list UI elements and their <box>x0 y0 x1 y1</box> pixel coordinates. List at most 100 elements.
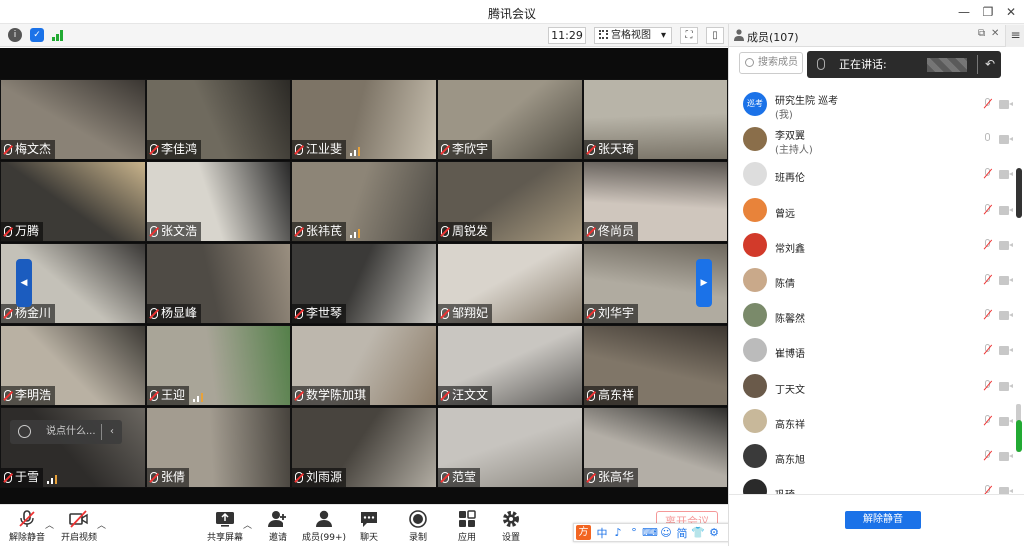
video-options-caret[interactable]: ︿ <box>97 518 106 531</box>
video-tile[interactable]: 张祎芪 <box>291 161 437 242</box>
mute-options-caret[interactable]: ︿ <box>45 518 54 531</box>
view-mode-dropdown[interactable]: 宫格视图 ▾ <box>594 27 672 44</box>
close-button[interactable]: ✕ <box>1001 3 1021 21</box>
mic-muted-icon[interactable] <box>983 98 993 110</box>
camera-icon[interactable] <box>999 311 1013 321</box>
member-row[interactable]: 班再伦 <box>729 158 1019 193</box>
chat-button[interactable]: 聊天 <box>344 507 394 545</box>
mic-muted-icon[interactable] <box>983 485 993 494</box>
video-tile[interactable]: 周锐发 <box>437 161 583 242</box>
mic-muted-icon[interactable] <box>983 203 993 216</box>
video-tile[interactable]: 李明浩 <box>0 325 146 406</box>
camera-icon[interactable] <box>999 276 1013 285</box>
quick-chat-input[interactable]: 说点什么... ‹ <box>10 420 122 444</box>
prev-page-arrow[interactable]: ◀ <box>16 259 32 307</box>
more-menu-button[interactable]: ≡ <box>1005 25 1024 47</box>
unmute-all-button[interactable]: 解除静音 <box>845 511 921 529</box>
restore-button[interactable]: ❐ <box>978 3 998 21</box>
member-row[interactable]: 巩琦 <box>729 475 1019 494</box>
video-tile[interactable]: 数学陈加琪 <box>291 325 437 406</box>
video-tile[interactable]: 刘雨源 <box>291 407 437 488</box>
ime-item[interactable]: ⚙ <box>706 526 722 539</box>
member-row[interactable]: 崔博语 <box>729 334 1019 369</box>
mic-muted-icon[interactable] <box>983 450 993 462</box>
minimize-button[interactable]: — <box>954 3 974 21</box>
ime-item[interactable]: ° <box>626 526 642 539</box>
collapse-chat-icon[interactable]: ‹ <box>110 420 114 444</box>
fullscreen-button[interactable]: ⛶ <box>680 27 698 44</box>
mic-icon[interactable] <box>983 133 992 145</box>
mic-muted-icon[interactable] <box>983 379 993 392</box>
ime-item[interactable]: 👕 <box>690 526 706 539</box>
video-tile[interactable]: 邹翔妃 <box>437 243 583 324</box>
video-tile[interactable]: 梅文杰 <box>0 79 146 160</box>
video-tile[interactable]: 张倩 <box>146 407 291 488</box>
video-tile[interactable]: 范莹 <box>437 407 583 488</box>
member-row[interactable]: 常刘鑫 <box>729 229 1019 264</box>
share-options-caret[interactable]: ︿ <box>243 518 252 531</box>
return-icon[interactable]: ↶ <box>985 51 995 78</box>
ime-item[interactable]: 中 <box>594 525 610 541</box>
camera-icon[interactable] <box>999 452 1013 461</box>
mute-button[interactable]: 解除静音 ︿ <box>2 507 54 545</box>
share-screen-button[interactable]: 共享屏幕 ︿ <box>200 507 252 545</box>
member-row[interactable]: 高东祥 <box>729 405 1019 440</box>
video-tile[interactable]: 王迎 <box>146 325 291 406</box>
shield-icon[interactable]: ✓ <box>30 28 44 42</box>
member-row[interactable]: 陈馨然 <box>729 299 1019 334</box>
toggle-sidebar-button[interactable]: ▯ <box>706 27 724 44</box>
ime-logo[interactable]: 方 <box>576 525 591 540</box>
apps-button[interactable]: 应用 <box>442 507 492 545</box>
popout-icon[interactable]: ⧉ <box>978 28 985 39</box>
close-panel-icon[interactable]: ✕ <box>991 28 999 39</box>
video-tile[interactable]: 李世琴 <box>291 243 437 324</box>
video-button[interactable]: 开启视频 ︿ <box>54 507 106 545</box>
member-row[interactable]: 曾远 <box>729 194 1019 229</box>
camera-icon[interactable] <box>999 381 1013 391</box>
camera-icon[interactable] <box>999 487 1013 494</box>
video-tile[interactable]: 张天琦 <box>583 79 728 160</box>
video-tile[interactable]: 杨显峰 <box>146 243 291 324</box>
mic-muted-icon[interactable] <box>983 344 993 356</box>
video-tile[interactable]: 佟尚员 <box>583 161 728 242</box>
mic-muted-icon[interactable] <box>983 168 993 180</box>
record-button[interactable]: 录制 <box>393 507 443 545</box>
ime-item[interactable]: 简 <box>674 525 690 541</box>
video-tile[interactable]: 张文浩 <box>146 161 291 242</box>
camera-icon[interactable] <box>999 240 1013 250</box>
settings-button[interactable]: 设置 <box>486 507 536 545</box>
emoji-icon[interactable] <box>18 425 31 438</box>
ime-item[interactable]: ♪ <box>610 526 626 539</box>
mic-muted-icon[interactable] <box>983 274 993 286</box>
mic-muted-icon[interactable] <box>983 238 993 251</box>
mic-muted-icon[interactable] <box>983 414 993 427</box>
mic-muted-icon[interactable] <box>983 309 993 321</box>
ime-item[interactable]: ⌨ <box>642 526 658 539</box>
video-tile[interactable]: 李欣宇 <box>437 79 583 160</box>
video-tile[interactable]: 李佳鸿 <box>146 79 291 160</box>
camera-icon[interactable] <box>999 170 1013 180</box>
camera-icon[interactable] <box>999 135 1013 145</box>
ime-item[interactable]: ☺ <box>658 526 674 539</box>
camera-icon[interactable] <box>999 100 1013 109</box>
info-icon[interactable]: i <box>8 28 22 42</box>
camera-icon[interactable] <box>999 205 1013 215</box>
video-tile[interactable]: 张高华 <box>583 407 728 488</box>
member-row[interactable]: 李双翼 (主持人) <box>729 123 1019 158</box>
member-row[interactable]: 陈倩 <box>729 264 1019 299</box>
next-page-arrow[interactable]: ▶ <box>696 259 712 307</box>
member-row[interactable]: 高东旭 <box>729 440 1019 475</box>
invite-button[interactable]: 邀请 <box>253 507 303 545</box>
window-title: 腾讯会议 <box>487 7 536 21</box>
search-members-input[interactable]: 搜索成员 <box>739 52 803 74</box>
member-row[interactable]: 巡考 研究生院 巡考 (我) <box>729 88 1019 123</box>
camera-icon[interactable] <box>999 346 1013 356</box>
member-row[interactable]: 丁天文 <box>729 370 1019 405</box>
signal-icon[interactable] <box>52 29 66 41</box>
video-tile[interactable]: 江业斐 <box>291 79 437 160</box>
video-tile[interactable]: 汪文文 <box>437 325 583 406</box>
video-tile[interactable]: 高东祥 <box>583 325 728 406</box>
video-tile[interactable]: 万腾 <box>0 161 146 242</box>
members-button[interactable]: 成员(99+) <box>299 507 349 545</box>
camera-icon[interactable] <box>999 416 1013 426</box>
